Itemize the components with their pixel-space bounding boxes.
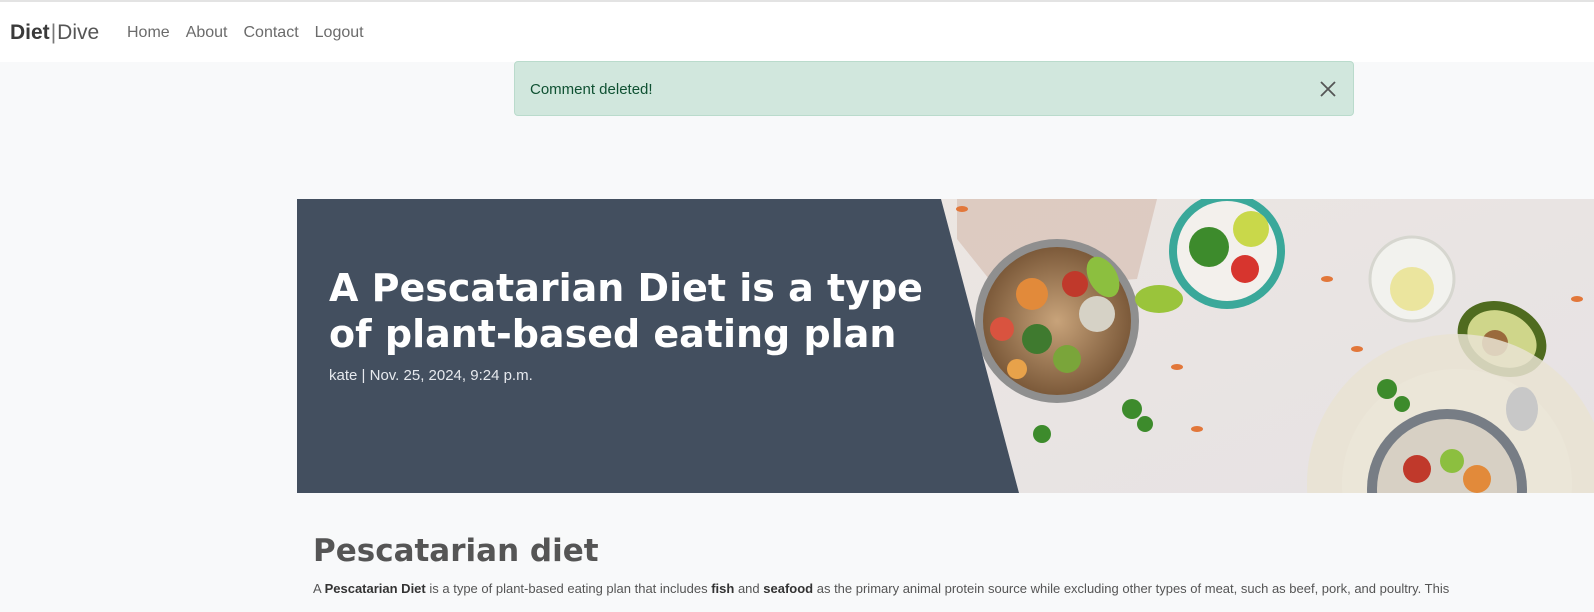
post-author: kate	[329, 367, 358, 384]
close-icon[interactable]	[1319, 80, 1337, 98]
post-meta: kate | Nov. 25, 2024, 9:24 p.m.	[329, 367, 949, 384]
para-text: is a type of plant-based eating plan tha…	[425, 581, 712, 596]
article-content: Pescatarian diet A Pescatarian Diet is a…	[313, 531, 1573, 599]
nav-contact[interactable]: Contact	[244, 23, 299, 43]
para-bold: fish	[711, 581, 735, 596]
hero-text: A Pescatarian Diet is a type of plant-ba…	[329, 265, 949, 384]
nav-links: Home About Contact Logout	[127, 23, 364, 43]
brand-part1: Diet	[10, 21, 50, 44]
para-text: A	[313, 581, 325, 596]
para-bold: Pescatarian Diet	[324, 581, 426, 596]
post-title: A Pescatarian Diet is a type of plant-ba…	[329, 266, 923, 356]
navbar: Diet|Dive Home About Contact Logout	[0, 2, 1594, 62]
nav-logout[interactable]: Logout	[315, 23, 364, 43]
para-text: as the primary animal protein source whi…	[813, 581, 1450, 596]
nav-home[interactable]: Home	[127, 23, 170, 43]
article-paragraph: A Pescatarian Diet is a type of plant-ba…	[313, 579, 1573, 599]
meta-separator: |	[361, 367, 366, 384]
post-date: Nov. 25, 2024, 9:24 p.m.	[369, 367, 533, 384]
nav-about[interactable]: About	[186, 23, 228, 43]
brand-part2: Dive	[57, 21, 100, 44]
article-heading: Pescatarian diet	[313, 533, 599, 569]
para-text: and	[734, 581, 764, 596]
alert-message: Comment deleted!	[530, 81, 653, 98]
brand-logo[interactable]: Diet|Dive	[10, 20, 99, 46]
success-alert: Comment deleted!	[514, 61, 1354, 116]
para-bold: seafood	[763, 581, 814, 596]
post-hero: A Pescatarian Diet is a type of plant-ba…	[297, 199, 1594, 493]
brand-separator: |	[50, 21, 57, 44]
